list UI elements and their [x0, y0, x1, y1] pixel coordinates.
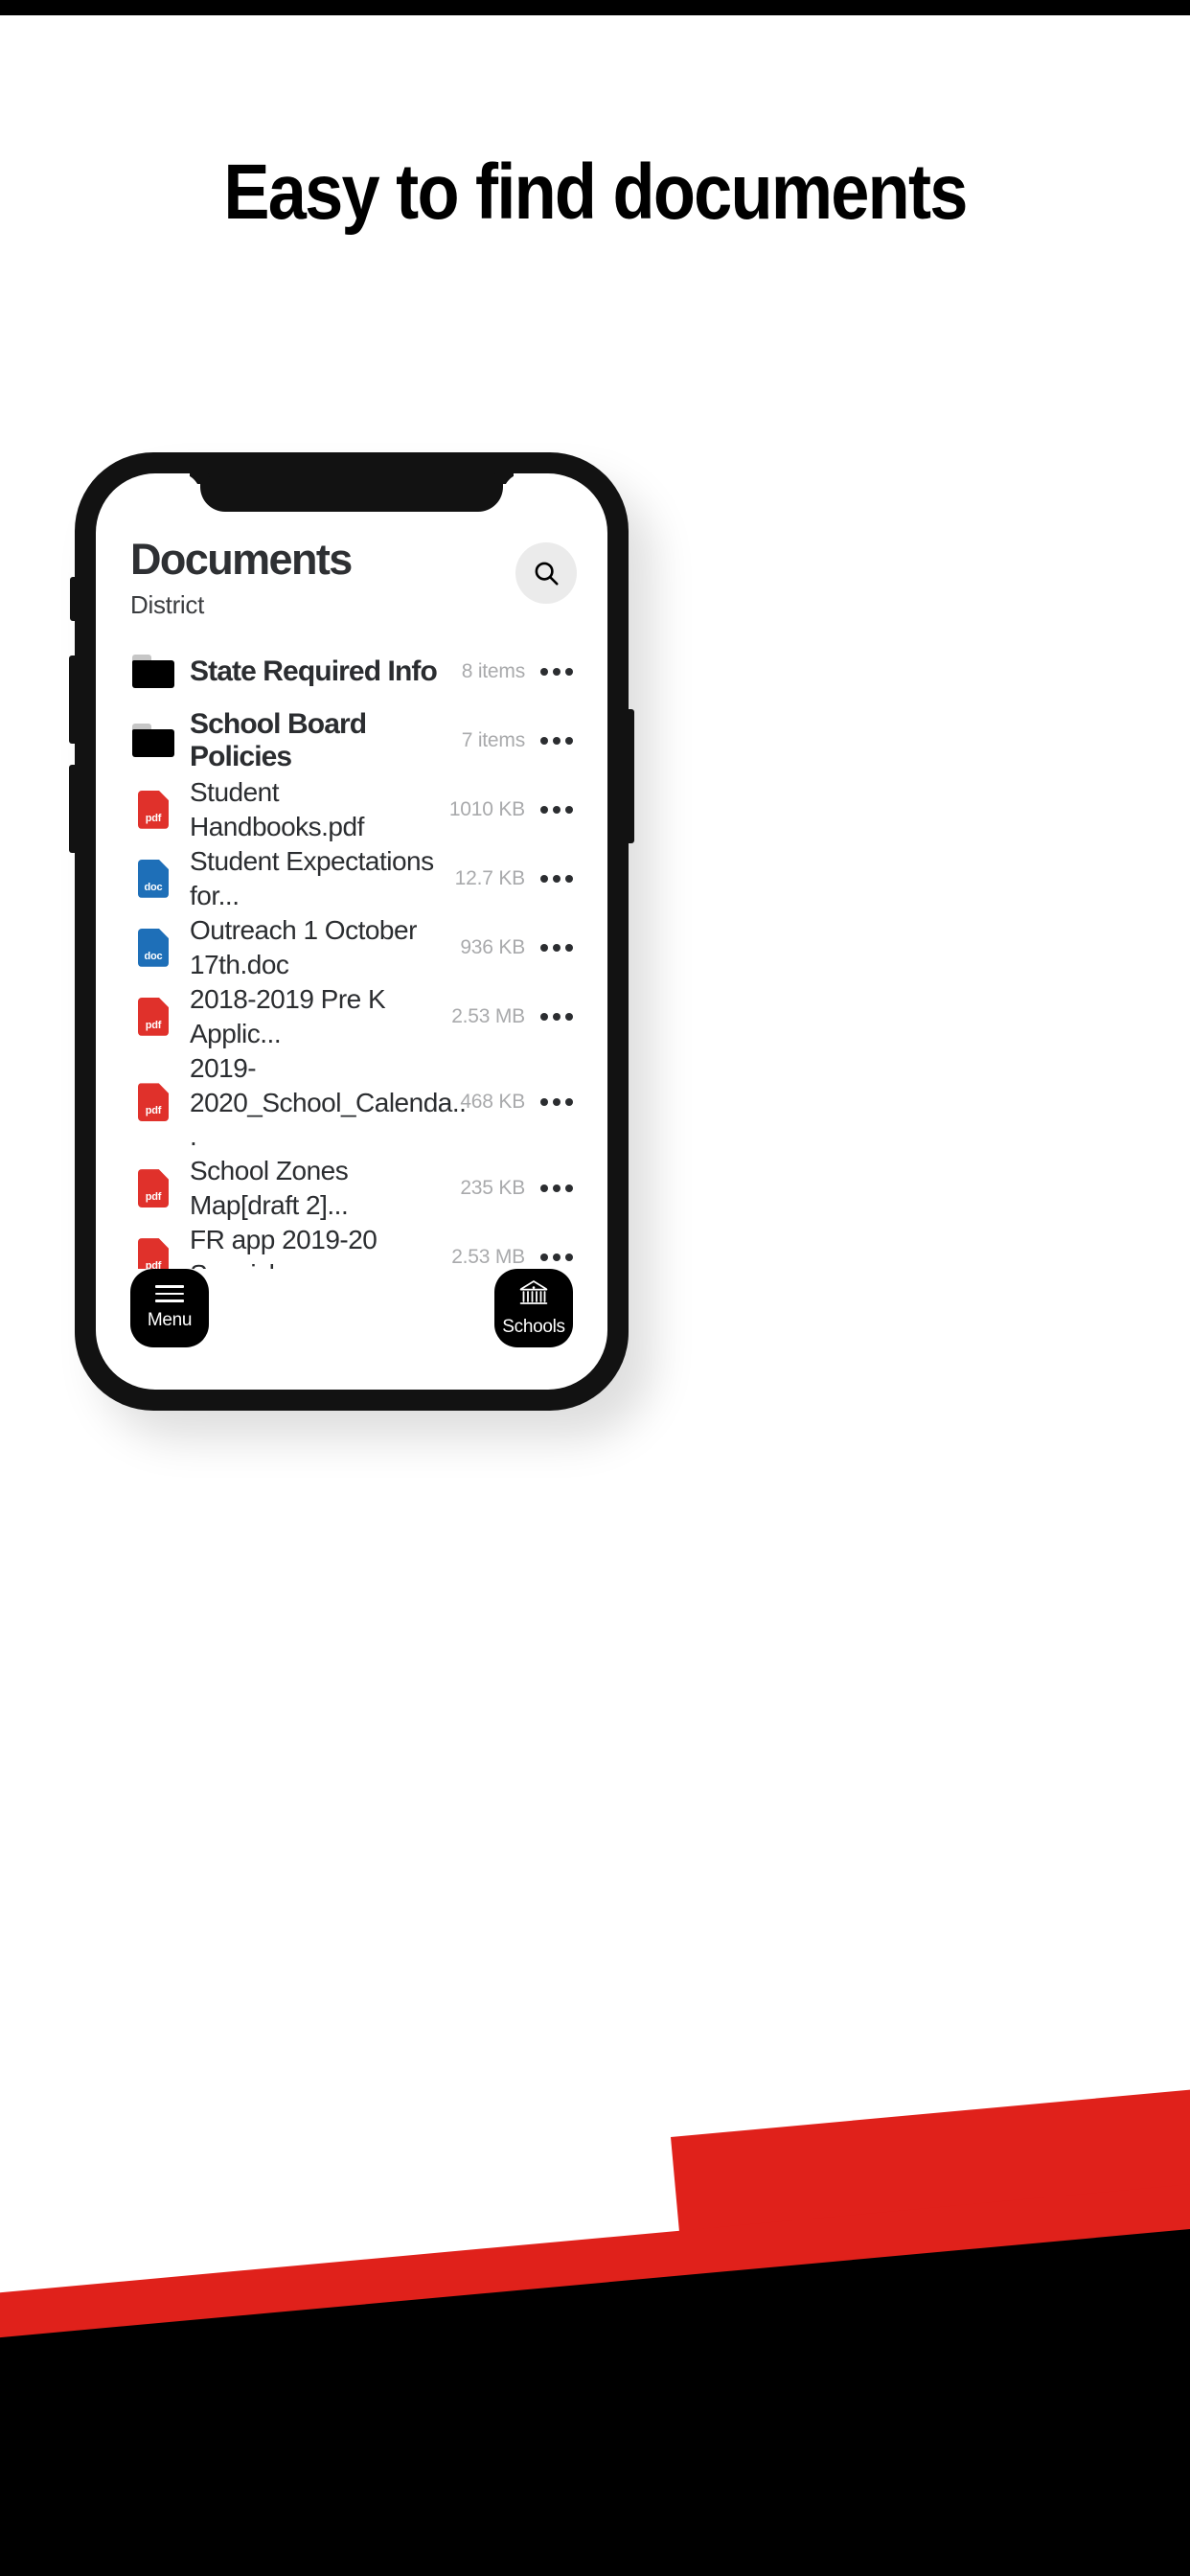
file-name: Student Expectations for...: [190, 845, 434, 910]
file-name: 2018-2019 Pre K Applic...: [190, 983, 386, 1048]
phone-volume-down: [69, 765, 76, 853]
row-icon-wrapper: [130, 655, 176, 689]
file-row[interactable]: pdf FR app 2019-20 Spanish 2.53 MB: [96, 1223, 607, 1269]
doc-file-icon: doc: [138, 928, 169, 967]
more-options-icon[interactable]: [535, 874, 579, 883]
folder-row[interactable]: State Required Info 8 items: [96, 637, 607, 706]
pdf-file-icon: pdf: [138, 997, 169, 1036]
file-size: 235 KB: [460, 1177, 525, 1200]
marketing-screenshot: Easy to find documents Documents Distric…: [0, 0, 1190, 2576]
file-type-label: doc: [144, 950, 163, 962]
more-options-icon[interactable]: [535, 943, 579, 952]
pdf-file-icon: pdf: [138, 790, 169, 829]
more-options-icon[interactable]: [535, 1254, 579, 1262]
school-building-icon: [519, 1279, 548, 1304]
file-name: Outreach 1 October 17th.doc: [190, 914, 417, 979]
file-type-label: pdf: [145, 812, 162, 824]
documents-app: Documents District State Required Info 8 …: [96, 473, 607, 1390]
file-type-label: doc: [144, 881, 163, 893]
row-icon-wrapper: pdf: [130, 1169, 176, 1208]
folder-icon: [132, 655, 174, 689]
file-row[interactable]: pdf School Zones Map[draft 2]... 235 KB: [96, 1154, 607, 1223]
file-name: School Zones Map[draft 2]...: [190, 1156, 349, 1221]
phone-power-button: [628, 709, 634, 843]
phone-screen: Documents District State Required Info 8 …: [96, 473, 607, 1390]
pdf-file-icon: pdf: [138, 1083, 169, 1122]
file-name: 2019-2020_School_Calenda.. .: [190, 1052, 467, 1152]
row-icon-wrapper: doc: [130, 928, 176, 967]
file-type-label: pdf: [145, 1191, 162, 1204]
phone-mute-switch: [70, 577, 76, 621]
document-list: State Required Info 8 items School Board P…: [96, 637, 607, 1269]
folder-icon: [132, 724, 174, 758]
row-icon-wrapper: pdf: [130, 1238, 176, 1269]
file-row[interactable]: pdf 2019-2020_School_Calenda.. . 468 KB: [96, 1051, 607, 1154]
file-size: 2.53 MB: [451, 1246, 525, 1269]
page-subtitle: District: [130, 589, 205, 619]
phone-notch: [200, 473, 503, 512]
file-name: Student Handbooks.pdf: [190, 776, 364, 841]
nav-button-schools-label: Schools: [502, 1317, 565, 1337]
folder-item-count: 7 items: [461, 728, 525, 751]
file-size: 2.53 MB: [451, 1004, 525, 1027]
page-title: Documents: [130, 535, 353, 584]
bottom-nav: Menu Schools: [96, 1269, 607, 1390]
app-header: Documents District: [96, 537, 607, 620]
hamburger-menu-icon: [155, 1285, 184, 1302]
row-icon-wrapper: pdf: [130, 1083, 176, 1122]
pdf-file-icon: pdf: [138, 1238, 169, 1269]
file-size: 1010 KB: [448, 797, 525, 820]
file-row[interactable]: pdf Student Handbooks.pdf 1010 KB: [96, 775, 607, 844]
row-icon-wrapper: [130, 724, 176, 758]
top-black-bar: [0, 0, 1190, 15]
more-options-icon[interactable]: [535, 1012, 579, 1021]
file-size: 936 KB: [460, 935, 525, 958]
search-button[interactable]: [515, 542, 577, 604]
file-row[interactable]: doc Student Expectations for... 12.7 KB: [96, 844, 607, 913]
more-options-icon[interactable]: [535, 805, 579, 814]
folder-row[interactable]: School Board Policies 7 items: [96, 706, 607, 775]
folder-name: School Board Policies: [190, 707, 367, 772]
more-options-icon[interactable]: [535, 1098, 579, 1107]
decorative-bands: [0, 2060, 1190, 2576]
more-options-icon[interactable]: [535, 667, 579, 676]
page-headline: Easy to find documents: [223, 149, 968, 236]
nav-button-schools[interactable]: Schools: [494, 1269, 573, 1347]
folder-item-count: 8 items: [461, 659, 525, 682]
row-icon-wrapper: doc: [130, 859, 176, 898]
doc-file-icon: doc: [138, 859, 169, 898]
file-type-label: pdf: [145, 1019, 162, 1031]
phone-mockup: Documents District State Required Info 8 …: [69, 452, 634, 1411]
file-size: 12.7 KB: [454, 866, 526, 889]
file-type-label: pdf: [145, 1105, 162, 1117]
row-icon-wrapper: pdf: [130, 790, 176, 829]
row-icon-wrapper: pdf: [130, 997, 176, 1036]
more-options-icon[interactable]: [535, 736, 579, 745]
file-name: FR app 2019-20 Spanish: [190, 1225, 378, 1269]
file-row[interactable]: doc Outreach 1 October 17th.doc 936 KB: [96, 913, 607, 982]
nav-button-menu-label: Menu: [147, 1309, 193, 1330]
nav-button-menu[interactable]: Menu: [130, 1269, 209, 1347]
more-options-icon[interactable]: [535, 1184, 579, 1193]
phone-volume-up: [69, 656, 76, 744]
header-titles: Documents District: [130, 535, 353, 620]
search-icon: [535, 562, 559, 586]
folder-name: State Required Info: [190, 655, 438, 687]
file-type-label: pdf: [145, 1260, 162, 1269]
file-size: 468 KB: [460, 1091, 525, 1114]
pdf-file-icon: pdf: [138, 1169, 169, 1208]
file-row[interactable]: pdf 2018-2019 Pre K Applic... 2.53 MB: [96, 982, 607, 1051]
